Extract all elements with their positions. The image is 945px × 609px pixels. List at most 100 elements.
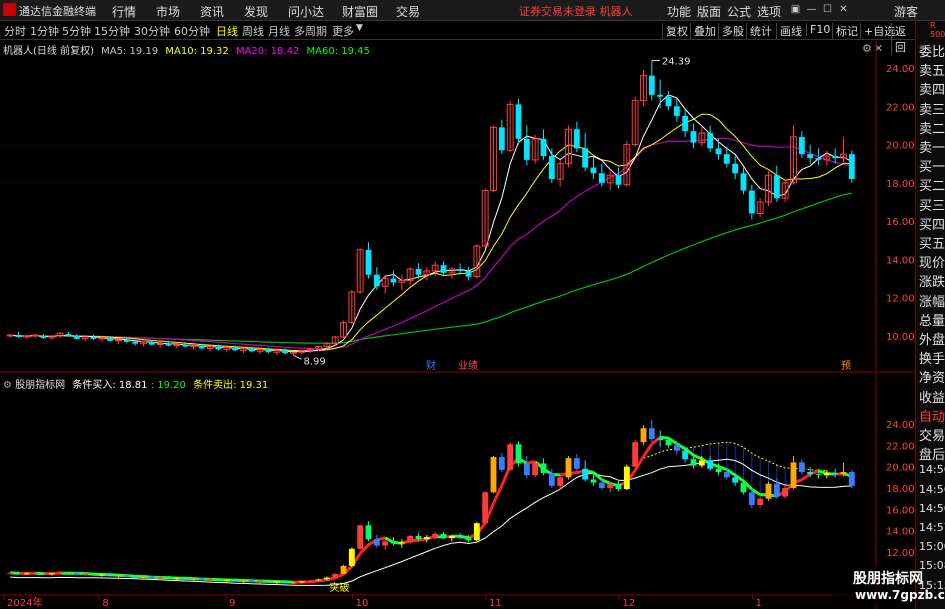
sub-candle-body	[65, 572, 72, 574]
candle-body-down	[232, 347, 239, 351]
side-panel-item[interactable]: 14:56	[919, 483, 945, 496]
sub-candle-body	[373, 539, 380, 546]
sub-y-tick: 22.00	[886, 441, 915, 452]
sub-candle-body	[690, 459, 697, 466]
side-panel-item[interactable]: 卖二	[919, 118, 945, 137]
side-panel-item[interactable]: 14:56	[919, 463, 945, 476]
side-panel-item[interactable]: 买五	[919, 233, 945, 252]
candle-body-down	[615, 175, 622, 185]
sub-candle-body	[590, 479, 597, 483]
side-panel-item[interactable]: 自动	[919, 406, 945, 425]
candle-body-up	[6, 334, 14, 337]
sub-candle-body	[457, 536, 464, 538]
sub-candle-body	[798, 462, 805, 472]
side-panel-item[interactable]: 涨幅	[919, 291, 945, 310]
sub-candle-body	[765, 483, 772, 499]
side-panel-item[interactable]: 14:56	[919, 502, 945, 515]
candle-body-down	[707, 133, 714, 149]
side-panel-item[interactable]: 总量	[919, 310, 945, 329]
sub-candle-body	[648, 428, 655, 439]
sub-candle-body	[582, 468, 589, 480]
side-panel-item[interactable]: 委比	[919, 41, 945, 60]
quote-side-panel: R 500 委比 卖五 卖四 卖三 卖二 卖一 买一 买二 买三 买四 买五 现价 涨跌 涨幅 总量 外盘 换手 净资…	[915, 21, 945, 609]
candle-body-down	[773, 175, 780, 199]
side-panel-item[interactable]: 盘后	[919, 444, 945, 463]
sub-candle-body	[107, 574, 114, 576]
sub-candle-body	[7, 572, 14, 574]
sub-candle-body	[832, 473, 839, 475]
candle-body-down	[540, 138, 547, 157]
main-y-tick: 20.00	[886, 141, 915, 152]
candle-body-down	[665, 96, 672, 107]
side-panel-item[interactable]: 买二	[919, 175, 945, 194]
side-panel-item[interactable]: 现价	[919, 252, 945, 271]
side-panel-item[interactable]: 卖五	[919, 60, 945, 79]
sub-candle-body	[132, 576, 139, 578]
candle-body-down	[657, 94, 664, 97]
sub-candle-body	[432, 533, 439, 538]
sub-candle-body	[73, 573, 80, 575]
sub-candle-body	[82, 573, 89, 575]
fast-line-segment	[660, 435, 669, 440]
candle-body-down	[798, 136, 805, 155]
side-panel-item[interactable]: 外盘	[919, 329, 945, 348]
side-panel-item[interactable]: 买一	[919, 156, 945, 175]
fast-line-segment	[692, 453, 703, 461]
sub-candle-body	[198, 578, 205, 581]
sub-candle-body	[598, 482, 605, 488]
sub-candle-body	[523, 463, 530, 476]
sub-candle-body	[498, 457, 505, 470]
side-panel-item[interactable]: 卖三	[919, 99, 945, 118]
candle-body-down	[73, 336, 80, 339]
side-panel-item[interactable]: 买四	[919, 214, 945, 233]
side-panel-item[interactable]: 涨跌	[919, 271, 945, 290]
sub-candle-body	[323, 577, 330, 580]
main-y-tick: 12.00	[886, 294, 915, 305]
candle-body-down	[648, 75, 655, 95]
sub-candle-body	[282, 581, 289, 583]
side-panel-item[interactable]: 15:00	[919, 540, 945, 553]
sub-candle-body	[607, 483, 614, 488]
side-panel-item[interactable]: 交易	[919, 425, 945, 444]
sub-candle-body	[173, 578, 180, 580]
candle-body-down	[573, 129, 580, 149]
kline-chart[interactable]: 24.39 8.99 财 业绩 预 突破 24.00 22.00 20.00 18.00 16.…	[0, 0, 915, 609]
sub-candle-body	[207, 579, 214, 581]
sub-candle-body	[98, 574, 105, 576]
side-panel-item[interactable]: 买三	[919, 195, 945, 214]
main-y-tick: 22.00	[886, 102, 915, 113]
candle-body-down	[673, 106, 680, 116]
sub-candle-body	[757, 498, 764, 506]
sub-candle-body	[623, 466, 630, 490]
sub-candle-body	[790, 462, 797, 488]
sub-candle-body	[340, 565, 347, 574]
candle-body-down	[457, 269, 464, 271]
x-tick-label: 8	[102, 598, 108, 609]
panel-corner-label: R 500	[930, 21, 945, 39]
side-panel-item[interactable]: 换手	[919, 348, 945, 367]
candle-body-down	[498, 127, 505, 151]
side-panel-item[interactable]: 14:57	[919, 521, 945, 534]
side-panel-item[interactable]: 净资	[919, 367, 945, 386]
sub-candle-body	[32, 572, 39, 574]
side-panel-item[interactable]: 卖四	[919, 79, 945, 98]
x-tick-label: 10	[356, 598, 369, 609]
sub-candle-body	[182, 578, 189, 580]
sub-candle-body	[90, 573, 97, 575]
candle-body-down	[807, 154, 814, 158]
sub-candle-body	[290, 582, 297, 584]
candle-body-up	[306, 348, 314, 351]
low-price-label: 8.99	[304, 356, 326, 367]
candle-body-down	[165, 343, 172, 346]
sub-candle-body	[673, 445, 680, 451]
x-tick-label: 1	[756, 598, 762, 609]
candle-body-down	[148, 341, 155, 345]
side-panel-item[interactable]: 收益	[919, 387, 945, 406]
side-panel-item[interactable]: 卖一	[919, 137, 945, 156]
candle-body-up	[98, 337, 106, 340]
candle-body-up	[31, 334, 39, 337]
candle-body-down	[282, 350, 289, 354]
sub-candle-body	[140, 576, 147, 578]
candle-body-up	[290, 351, 297, 354]
sub-candle-body	[807, 472, 814, 475]
